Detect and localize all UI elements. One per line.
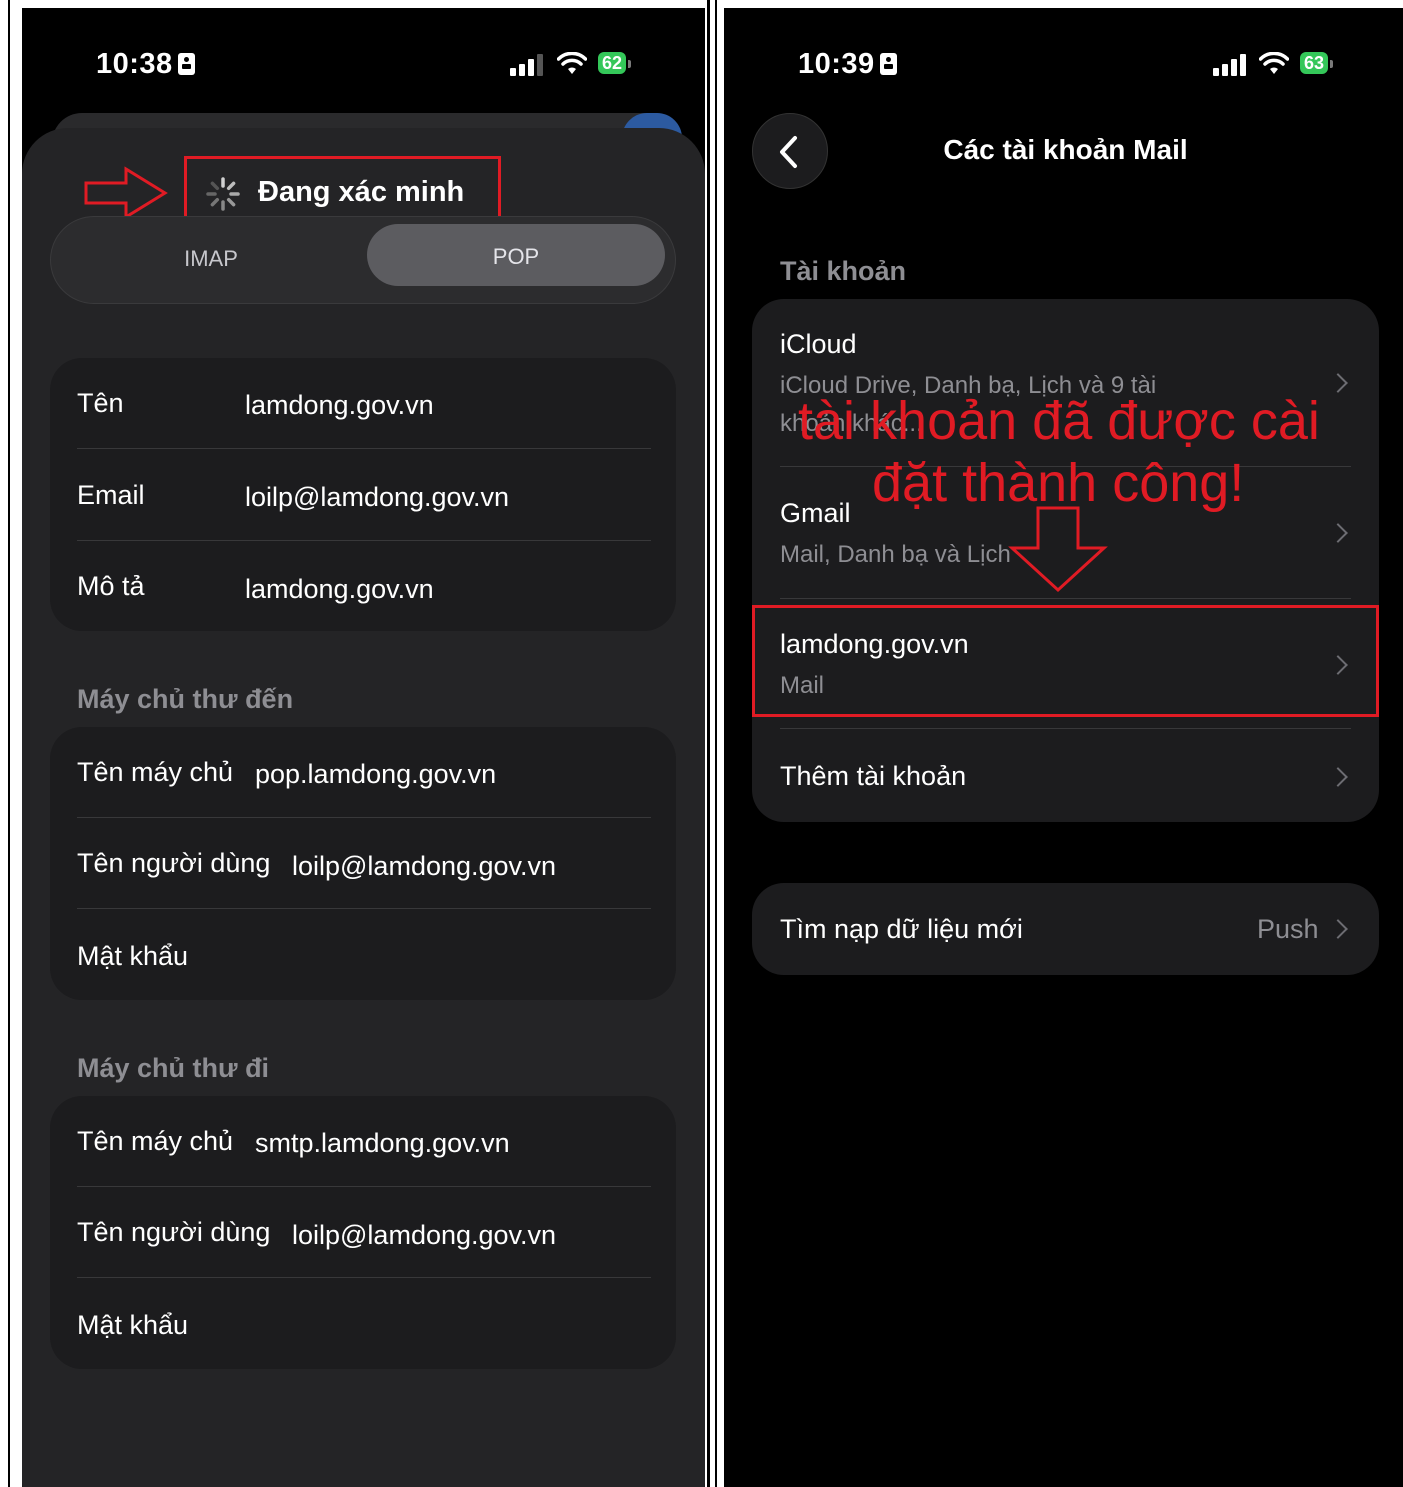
incoming-password-label: Mật khẩu — [77, 941, 189, 971]
id-card-icon — [879, 53, 897, 75]
battery-indicator: 63 — [1300, 52, 1334, 74]
battery-level: 63 — [1300, 52, 1329, 74]
description-field[interactable]: lamdong.gov.vn — [245, 574, 434, 605]
account-name: Gmail — [780, 498, 851, 528]
battery-indicator: 62 — [598, 52, 632, 74]
name-label: Tên — [77, 388, 124, 418]
divider — [77, 1186, 651, 1187]
battery-tip — [1330, 60, 1334, 69]
divider — [77, 908, 651, 909]
page-title: Các tài khoản Mail — [943, 134, 1188, 165]
outgoing-password-label: Mật khẩu — [77, 1310, 189, 1340]
divider — [77, 1277, 651, 1278]
annotation-text-line2: đặt thành công! — [872, 453, 1245, 513]
outgoing-host-field[interactable]: smtp.lamdong.gov.vn — [255, 1128, 510, 1159]
account-detail: Mail, Danh bạ và Lịch — [780, 541, 1011, 568]
outgoing-username-field[interactable]: loilp@lamdong.gov.vn — [292, 1220, 556, 1251]
fetch-new-data-value: Push — [1257, 914, 1319, 944]
incoming-username-label: Tên người dùng — [77, 848, 271, 878]
accounts-header: Tài khoản — [780, 256, 907, 286]
description-label: Mô tả — [77, 571, 145, 601]
frame-divider — [707, 0, 710, 1487]
annotation-text-line1: tài khoản đã được cài — [798, 391, 1320, 451]
status-time-text: 10:38 — [96, 48, 173, 80]
outgoing-password-field[interactable] — [282, 1297, 662, 1357]
cellular-signal-icon — [510, 54, 543, 76]
annotation-highlight-lamdong — [752, 605, 1379, 717]
incoming-server-header: Máy chủ thư đến — [77, 684, 294, 714]
incoming-username-field[interactable]: loilp@lamdong.gov.vn — [292, 851, 556, 882]
id-card-icon — [177, 53, 195, 75]
frame-left-border — [8, 0, 10, 1487]
incoming-host-field[interactable]: pop.lamdong.gov.vn — [255, 759, 496, 790]
status-time: 10:39 — [798, 48, 897, 81]
wifi-icon — [557, 52, 587, 74]
segment-imap[interactable]: IMAP — [60, 224, 362, 294]
email-field[interactable]: loilp@lamdong.gov.vn — [245, 482, 509, 513]
annotation-arrow-right-icon — [84, 166, 168, 220]
incoming-host-label: Tên máy chủ — [77, 757, 234, 787]
frame-divider-2 — [715, 0, 717, 1487]
wifi-icon — [1259, 52, 1289, 74]
status-time: 10:38 — [96, 48, 195, 81]
segment-pop-label: POP — [492, 244, 540, 269]
name-field[interactable]: lamdong.gov.vn — [245, 390, 434, 421]
add-account-label: Thêm tài khoản — [780, 761, 967, 791]
fetch-new-data-label: Tìm nạp dữ liệu mới — [780, 914, 1023, 944]
email-label: Email — [77, 480, 145, 510]
account-name: iCloud — [780, 329, 857, 359]
divider — [77, 448, 651, 449]
left-phone-screen: 10:38 62 Đang xác minh IMAP POP Tên lamd… — [22, 8, 705, 1487]
outgoing-host-label: Tên máy chủ — [77, 1126, 234, 1156]
segment-pop-selected[interactable]: POP — [367, 224, 665, 286]
incoming-password-field[interactable] — [282, 928, 662, 988]
battery-level: 62 — [598, 52, 627, 74]
battery-tip — [628, 60, 632, 69]
annotation-arrow-down-icon — [1008, 506, 1108, 593]
divider — [77, 817, 651, 818]
cellular-signal-icon — [1213, 54, 1246, 76]
loading-spinner-icon — [206, 177, 240, 211]
outgoing-username-label: Tên người dùng — [77, 1217, 271, 1247]
segment-imap-label: IMAP — [184, 246, 238, 271]
outgoing-server-header: Máy chủ thư đi — [77, 1053, 270, 1083]
status-time-text: 10:39 — [798, 48, 875, 80]
verifying-label: Đang xác minh — [258, 176, 465, 208]
divider — [77, 540, 651, 541]
right-phone-screen: 10:39 63 Các tài khoản Mail Tài khoản iC… — [724, 8, 1403, 1487]
